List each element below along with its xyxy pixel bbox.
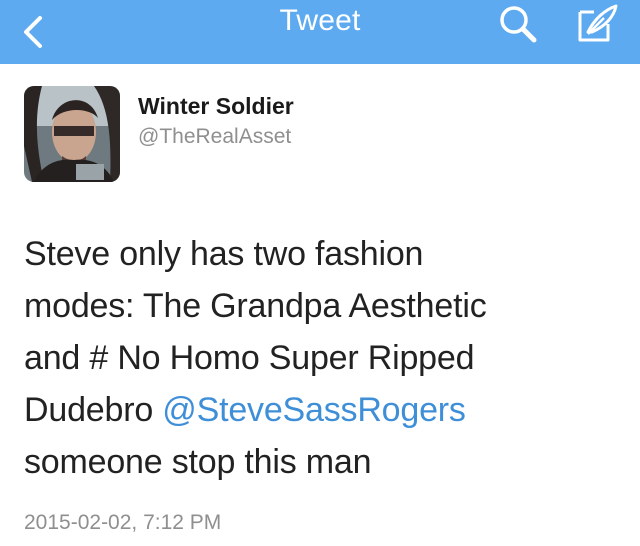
tweet-text: Steve only has two fashion modes: The Gr…: [24, 228, 624, 488]
avatar[interactable]: [24, 86, 120, 182]
avatar-image: [24, 86, 120, 182]
tweet-timestamp: 2015-02-02, 7:12 PM: [24, 511, 222, 534]
tweet-line: modes: The Grandpa Aesthetic: [24, 287, 487, 325]
tweet-line: Steve only has two fashion: [24, 235, 424, 273]
tweet-text-segment: Dudebro: [24, 391, 163, 429]
tweet-line: Dudebro @SteveSassRogers: [24, 384, 624, 436]
tweet-line: and # No Homo Super Ripped: [24, 339, 475, 377]
compose-button[interactable]: [574, 2, 622, 44]
search-button[interactable]: [494, 4, 546, 44]
mention-link[interactable]: @SteveSassRogers: [162, 391, 466, 429]
compose-icon: [578, 4, 618, 42]
author-handle[interactable]: @TheRealAsset: [138, 125, 291, 149]
search-icon: [500, 6, 537, 43]
author-display-name[interactable]: Winter Soldier: [138, 93, 294, 120]
tweet-line: someone stop this man: [24, 443, 372, 481]
top-navigation-bar: Tweet: [0, 0, 640, 64]
